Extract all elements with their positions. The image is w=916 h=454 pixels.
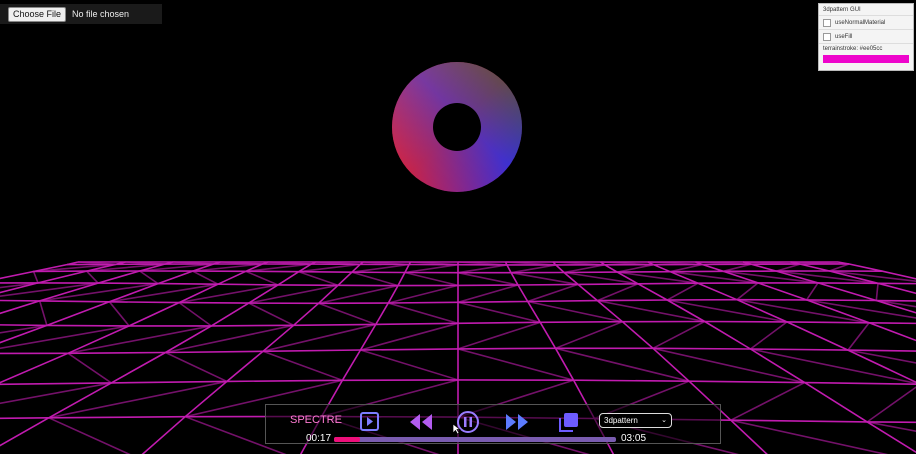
torus-shape (392, 62, 522, 192)
current-time: 00:17 (306, 433, 332, 444)
option-use-normal-material[interactable]: useNormalMaterial (819, 16, 913, 30)
progress-bar[interactable] (334, 437, 616, 442)
progress-bar-fill (334, 437, 360, 442)
file-input[interactable]: Choose File No file chosen (0, 4, 162, 24)
option-label: useNormalMaterial (835, 19, 886, 26)
file-status-text: No file chosen (72, 9, 130, 19)
brand-label: SPECTRE (290, 414, 342, 426)
playlist-icon[interactable] (359, 411, 381, 433)
terrain-stroke-label: terrainstroke: #ee05cc (823, 46, 883, 52)
mode-select-value: 3dpattern (604, 416, 638, 425)
option-label: useFill (835, 33, 853, 40)
chevron-down-icon: ⌄ (661, 417, 667, 424)
duration: 03:05 (621, 433, 647, 444)
gui-panel: 3dpattern GUI useNormalMaterial useFill … (818, 3, 914, 71)
checkbox-use-normal-material[interactable] (823, 18, 831, 27)
option-use-fill[interactable]: useFill (819, 30, 913, 44)
terrain-stroke-color-picker[interactable] (823, 55, 909, 63)
checkbox-use-fill[interactable] (823, 32, 831, 41)
mode-select[interactable]: 3dpattern ⌄ (599, 413, 672, 428)
visualizer-canvas (0, 62, 916, 454)
fast-forward-icon[interactable] (504, 412, 530, 432)
gui-title[interactable]: 3dpattern GUI (819, 4, 913, 16)
rewind-icon[interactable] (408, 412, 434, 432)
fullscreen-icon[interactable] (557, 410, 581, 434)
audio-player: SPECTRE 3dpattern ⌄ 00:17 03:05 (265, 404, 721, 444)
choose-file-button[interactable]: Choose File (8, 6, 67, 22)
mouse-cursor-icon (452, 423, 462, 435)
